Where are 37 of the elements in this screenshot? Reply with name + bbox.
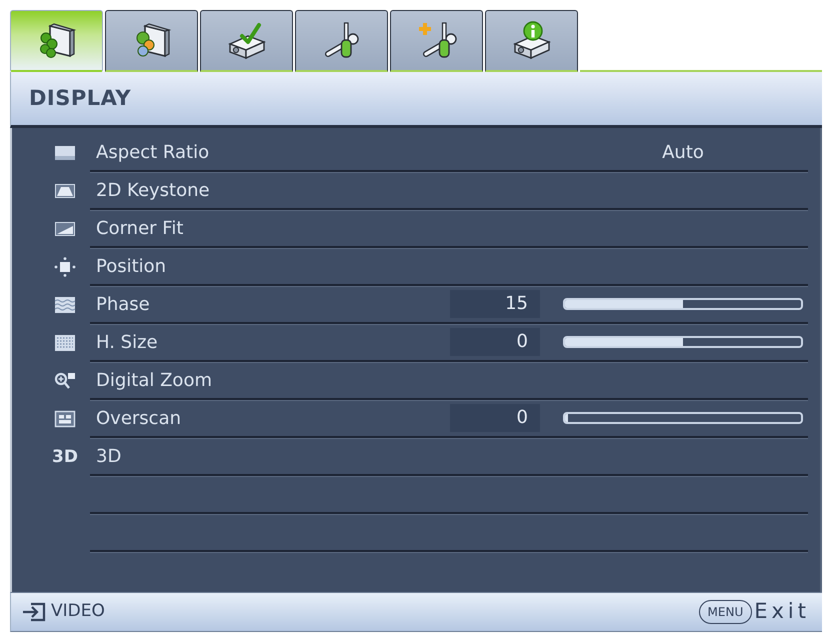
menu-item[interactable]: Position <box>12 248 808 286</box>
slider-track[interactable] <box>563 336 803 348</box>
menu-tab[interactable] <box>390 10 483 72</box>
value-readout: 0 <box>450 404 540 432</box>
centered-square-icon <box>53 257 77 277</box>
rectangle-icon <box>53 143 77 163</box>
menu-tab[interactable] <box>105 10 198 72</box>
menu-item[interactable]: Aspect Ratio Auto <box>12 134 808 172</box>
menu-item[interactable]: 3D 3D <box>12 438 808 476</box>
trapezoid-icon <box>53 181 77 201</box>
value-readout: 15 <box>450 290 540 318</box>
exit-label: Exit <box>754 598 810 626</box>
value-readout: 0 <box>450 328 540 356</box>
menu-item[interactable]: Overscan 0 <box>12 400 808 438</box>
frame-icon <box>53 409 77 429</box>
menu-tab[interactable] <box>485 10 578 72</box>
3d-icon: 3D <box>52 448 78 466</box>
slider-track[interactable] <box>563 412 803 424</box>
dot-pattern-icon <box>53 333 77 353</box>
menu-item[interactable]: 2D Keystone <box>12 172 808 210</box>
menu-tab[interactable] <box>295 10 388 72</box>
source-label: VIDEO <box>51 600 105 624</box>
menu-item[interactable]: Phase 15 <box>12 286 808 324</box>
option-value: Auto <box>661 140 705 164</box>
projector-info-icon <box>510 20 552 62</box>
input-arrow-icon <box>21 602 47 622</box>
slanted-frame-icon <box>53 219 77 239</box>
menu-item[interactable]: Digital Zoom <box>12 362 808 400</box>
wave-pattern-icon <box>53 295 77 315</box>
zoom-in-icon <box>53 371 77 391</box>
menu-tab[interactable] <box>200 10 293 72</box>
menu-item[interactable]: H. Size 0 <box>12 324 808 362</box>
menu-tab[interactable] <box>10 10 103 72</box>
slider-track[interactable] <box>563 298 803 310</box>
menu-title: DISPLAY <box>29 84 132 112</box>
menu-key: MENU <box>698 600 752 624</box>
menu-item[interactable]: Corner Fit <box>12 210 808 248</box>
